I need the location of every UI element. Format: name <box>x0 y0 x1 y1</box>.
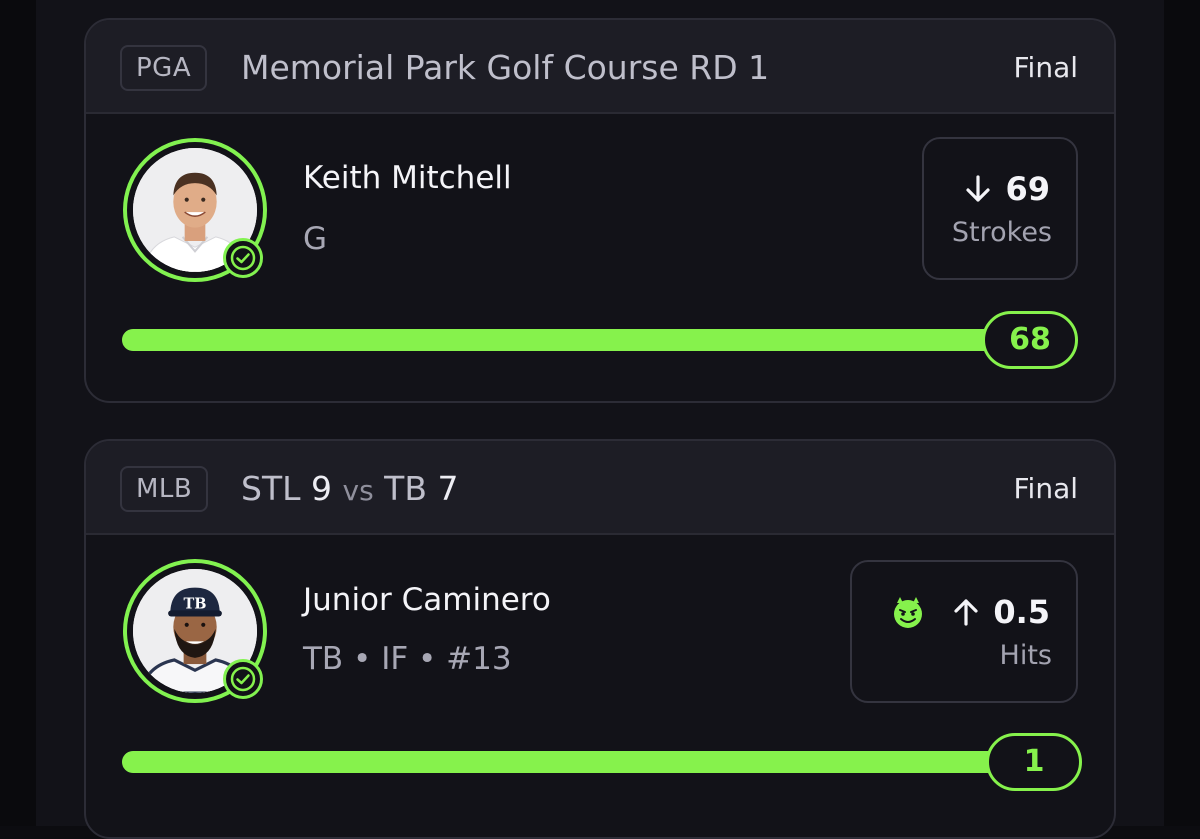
card-header: PGA Memorial Park Golf Course RD 1 Final <box>86 20 1114 114</box>
arrow-up-icon <box>954 599 978 626</box>
progress-bar <box>122 751 1042 773</box>
stat-label: Hits <box>999 640 1052 671</box>
vs-separator: vs <box>342 474 374 507</box>
stat-label: Strokes <box>951 217 1052 248</box>
stat-line-box[interactable]: 0.5 Hits <box>850 560 1078 703</box>
home-team: TB <box>384 469 427 508</box>
arrow-down-icon <box>966 175 991 202</box>
stat-line-value: 0.5 <box>993 593 1050 631</box>
result-value-pill: 68 <box>982 311 1078 369</box>
progress-bar <box>122 329 1042 351</box>
away-score: 9 <box>311 469 332 508</box>
game-status: Final <box>1013 51 1078 84</box>
pick-card-mlb[interactable]: MLB STL 9 vs TB 7 Final TB Junior Camine… <box>84 439 1116 839</box>
player-position: G <box>303 221 328 257</box>
game-status: Final <box>1013 472 1078 505</box>
player-name: Junior Caminero <box>303 582 551 618</box>
player-avatar: TB <box>123 559 267 703</box>
away-team: STL <box>241 469 301 508</box>
stat-line-value: 69 <box>1005 170 1050 208</box>
league-badge: PGA <box>120 45 208 91</box>
verified-check-icon <box>223 238 263 278</box>
pick-card-pga[interactable]: PGA Memorial Park Golf Course RD 1 Final <box>84 18 1116 403</box>
game-matchup: STL 9 vs TB 7 <box>241 466 458 512</box>
card-header: MLB STL 9 vs TB 7 Final <box>86 441 1114 535</box>
progress-fill <box>122 751 1042 773</box>
player-avatar <box>123 138 267 282</box>
stat-line-box[interactable]: 69 Strokes <box>922 137 1078 280</box>
game-title: Memorial Park Golf Course RD 1 <box>241 48 770 87</box>
player-team-position-number: TB • IF • #13 <box>303 641 512 677</box>
verified-check-icon <box>223 659 263 699</box>
svg-text:TB: TB <box>184 595 207 612</box>
right-edge <box>1164 0 1200 826</box>
result-value-pill: 1 <box>986 733 1082 791</box>
home-score: 7 <box>437 469 459 508</box>
progress-fill <box>122 329 1042 351</box>
demon-icon <box>894 597 923 628</box>
league-badge: MLB <box>120 466 209 512</box>
left-edge <box>0 0 36 826</box>
player-name: Keith Mitchell <box>303 160 512 196</box>
